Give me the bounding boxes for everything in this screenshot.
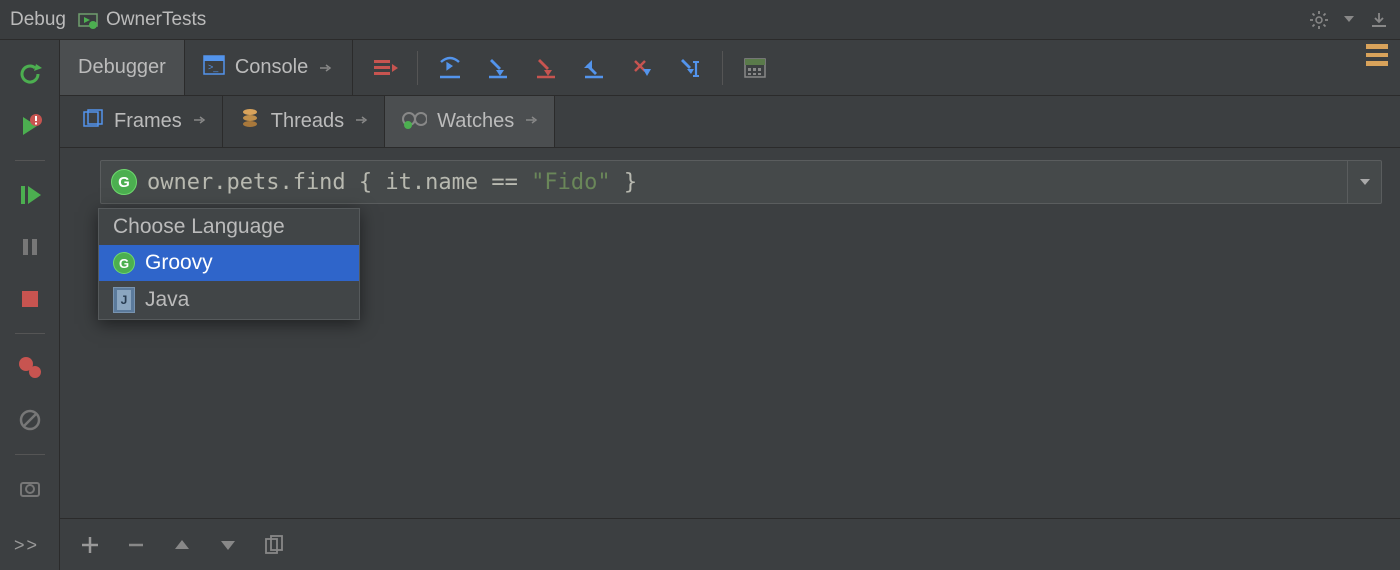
resume-button[interactable] [10, 173, 50, 217]
svg-text:>_: >_ [208, 62, 219, 72]
choose-language-title: Choose Language [99, 209, 359, 245]
java-icon: J [113, 287, 135, 313]
subtab-threads-label: Threads [271, 110, 344, 133]
evaluate-expression-button[interactable] [733, 46, 777, 90]
get-thread-dump-button[interactable] [10, 467, 50, 511]
force-step-into-button[interactable] [524, 46, 568, 90]
duplicate-watch-button[interactable] [256, 527, 292, 563]
layout-settings-button[interactable] [1362, 40, 1392, 70]
title-bar: Debug OwnerTests [0, 0, 1400, 40]
subtab-watches-label: Watches [437, 110, 514, 133]
tab-debugger[interactable]: Debugger [60, 40, 185, 95]
pause-button[interactable] [10, 225, 50, 269]
expr-code-suffix: } [611, 170, 638, 195]
step-out-button[interactable] [572, 46, 616, 90]
pin-icon[interactable] [354, 110, 368, 133]
tab-debugger-label: Debugger [78, 56, 166, 79]
move-watch-down-button[interactable] [210, 527, 246, 563]
language-option-java-label: Java [145, 288, 189, 312]
view-breakpoints-button[interactable] [10, 346, 50, 390]
watch-expression-row[interactable]: G owner.pets.find { it.name == "Fido" } [100, 160, 1382, 204]
run-to-cursor-button[interactable] [668, 46, 712, 90]
move-watch-up-button[interactable] [164, 527, 200, 563]
mute-breakpoints-button[interactable] [10, 398, 50, 442]
debugger-toolbar: Debugger >_ Console [60, 40, 1400, 96]
language-option-groovy-label: Groovy [145, 251, 213, 275]
expr-code-string: "Fido" [531, 170, 610, 195]
pin-icon[interactable] [318, 61, 334, 75]
tab-console-label: Console [235, 56, 308, 79]
hide-icon[interactable] [1368, 9, 1390, 31]
debug-gutter [0, 40, 60, 570]
choose-language-popup: Choose Language G Groovy J Java [98, 208, 360, 320]
run-config-icon [78, 10, 98, 30]
new-watch-button[interactable] [72, 527, 108, 563]
language-badge-groovy-icon[interactable]: G [111, 169, 137, 195]
tool-window-label: Debug [10, 9, 66, 31]
watches-icon [401, 108, 427, 136]
show-execution-point-button[interactable] [363, 46, 407, 90]
expression-history-dropdown[interactable] [1347, 161, 1381, 203]
language-option-java[interactable]: J Java [99, 281, 359, 319]
drop-frame-button[interactable] [620, 46, 664, 90]
dropdown-arrow-icon[interactable] [1344, 11, 1354, 29]
subtab-frames[interactable]: Frames [66, 96, 223, 147]
subtab-frames-label: Frames [114, 110, 182, 133]
language-option-groovy[interactable]: G Groovy [99, 245, 359, 281]
expr-code-prefix: owner.pets.find { it.name == [147, 170, 531, 195]
pin-icon[interactable] [192, 110, 206, 133]
watches-bottom-toolbar [60, 518, 1400, 570]
stop-button[interactable] [10, 277, 50, 321]
rerun-failed-button[interactable] [10, 104, 50, 148]
expand-handle[interactable]: >> [14, 535, 39, 556]
run-config-name: OwnerTests [106, 9, 206, 31]
threads-icon [239, 107, 261, 137]
debugger-subtabs: Frames Threads Watches [60, 96, 1400, 148]
groovy-icon: G [113, 252, 135, 274]
subtab-watches[interactable]: Watches [385, 96, 555, 147]
step-over-button[interactable] [428, 46, 472, 90]
step-into-button[interactable] [476, 46, 520, 90]
rerun-button[interactable] [10, 52, 50, 96]
frames-icon [82, 108, 104, 136]
subtab-threads[interactable]: Threads [223, 96, 385, 147]
console-icon: >_ [203, 55, 225, 81]
watch-expression-input[interactable]: owner.pets.find { it.name == "Fido" } [147, 170, 1347, 195]
remove-watch-button[interactable] [118, 527, 154, 563]
pin-icon[interactable] [524, 110, 538, 133]
settings-icon[interactable] [1308, 9, 1330, 31]
tab-console[interactable]: >_ Console [185, 40, 353, 95]
